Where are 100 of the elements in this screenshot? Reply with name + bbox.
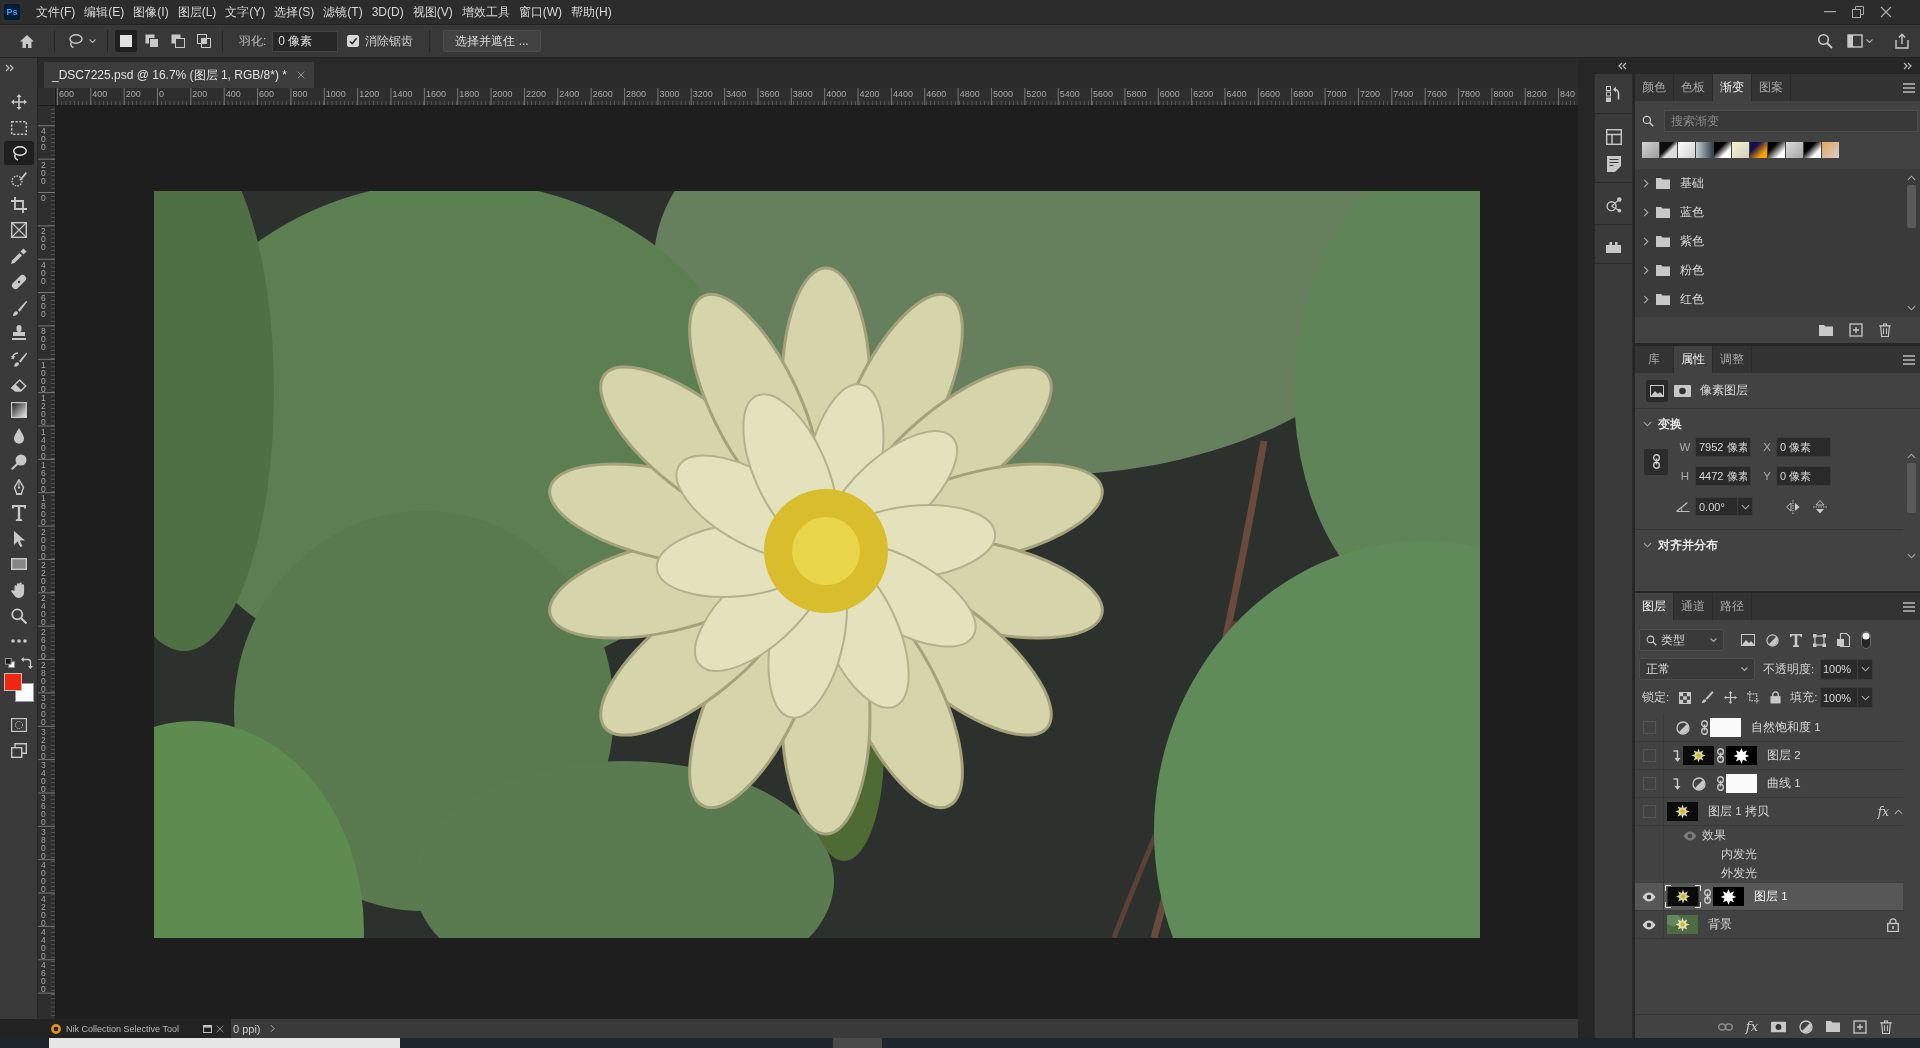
chevron-right-icon[interactable] <box>1643 237 1649 246</box>
layer-style-button[interactable]: fx <box>1745 1019 1758 1034</box>
lock-icon[interactable] <box>1887 917 1899 932</box>
menu-item[interactable]: 图层(L) <box>177 3 217 21</box>
gradient-swatch-icon[interactable] <box>1804 142 1821 158</box>
scroll-up-icon[interactable] <box>1906 453 1916 459</box>
expand-icon[interactable] <box>1903 62 1912 70</box>
anti-alias-checkbox[interactable] <box>347 35 360 47</box>
new-layer-icon[interactable] <box>1853 1019 1867 1034</box>
menu-item[interactable]: 编辑(E) <box>84 3 125 21</box>
layer-row[interactable]: 图层 1 <box>1635 883 1903 911</box>
taskbar-search-field[interactable] <box>49 1038 400 1048</box>
history-icon[interactable] <box>1605 86 1622 102</box>
angle-field[interactable]: 0.00° <box>1695 497 1738 516</box>
maximize-icon[interactable] <box>203 1024 212 1033</box>
menu-item[interactable]: 窗口(W) <box>518 3 562 21</box>
flip-vertical-icon[interactable] <box>1813 499 1827 514</box>
close-icon[interactable] <box>216 1024 224 1033</box>
scrollbar-thumb[interactable] <box>1906 185 1916 228</box>
menu-item[interactable]: 3D(D) <box>371 5 404 19</box>
expand-icon[interactable] <box>5 64 14 72</box>
gradient-swatch-icon[interactable] <box>1678 142 1695 158</box>
checkerboard-lock-icon[interactable] <box>1679 691 1692 704</box>
caret-icon[interactable] <box>1866 39 1873 43</box>
gradient-swatch-icon[interactable] <box>1732 142 1749 158</box>
lock-icon[interactable] <box>1770 691 1782 704</box>
floating-panel-tab[interactable]: Nik Collection Selective Tool <box>0 1019 231 1038</box>
collapse-icon[interactable] <box>1618 62 1627 70</box>
link-button[interactable] <box>1644 448 1668 475</box>
scrollbar-thumb[interactable] <box>1906 463 1916 513</box>
link-layers-icon[interactable] <box>1717 1022 1733 1031</box>
flower-thumbnail-icon[interactable] <box>1667 915 1698 934</box>
gradient-swatch-icon[interactable] <box>1642 142 1659 158</box>
menu-item[interactable]: 图像(I) <box>133 3 169 21</box>
selection-mode-button[interactable] <box>115 30 137 52</box>
caret-icon[interactable] <box>89 39 96 43</box>
menu-icon[interactable] <box>1903 601 1915 612</box>
layer-row[interactable]: 曲线 1 <box>1635 770 1903 798</box>
notes-icon[interactable] <box>1606 156 1621 172</box>
chain-link-icon[interactable] <box>1701 720 1708 735</box>
flower-thumbnail-icon[interactable] <box>1683 746 1714 765</box>
panel-tab[interactable]: 调整 <box>1713 346 1752 373</box>
gradient-swatch-icon[interactable] <box>1822 142 1839 158</box>
search-icon[interactable] <box>1817 33 1833 49</box>
chain-link-icon[interactable] <box>1704 889 1711 904</box>
tool-button[interactable] <box>3 141 34 166</box>
menu-item[interactable]: 视图(V) <box>412 3 453 21</box>
eye-icon[interactable] <box>1642 919 1656 930</box>
restore-icon[interactable] <box>1852 6 1864 18</box>
minimize-icon[interactable] <box>1824 11 1836 13</box>
shape-filter-icon[interactable] <box>1813 633 1826 647</box>
gradient-folder[interactable]: 蓝色 <box>1635 198 1905 227</box>
image-filter-icon[interactable] <box>1741 634 1755 646</box>
effects-row[interactable]: 效果 <box>1635 826 1903 845</box>
opacity-field[interactable]: 100% <box>1820 658 1858 680</box>
section-header[interactable]: 对齐并分布 <box>1635 536 1718 554</box>
gradient-swatch-icon[interactable] <box>1786 142 1803 158</box>
select-and-mask-button[interactable]: 选择并遮住 ... <box>443 30 541 52</box>
mask-thumbnail-icon[interactable] <box>1713 887 1744 906</box>
connect-icon[interactable] <box>1605 197 1622 213</box>
type-filter-icon[interactable] <box>1790 633 1802 647</box>
blank-mask-thumbnail-icon[interactable] <box>1726 774 1757 793</box>
flower-thumbnail-icon[interactable] <box>1665 885 1701 908</box>
chevron-right-icon[interactable] <box>1643 295 1649 304</box>
trash-icon[interactable] <box>1880 1019 1892 1034</box>
dropdown-button[interactable] <box>1858 658 1873 680</box>
mask-thumbnail-icon[interactable] <box>1726 746 1757 765</box>
plugin-icon[interactable] <box>1606 242 1621 253</box>
panel-tab[interactable]: 渐变 <box>1713 74 1752 101</box>
gradient-swatch-icon[interactable] <box>1714 142 1731 158</box>
new-item-icon[interactable] <box>1849 323 1863 337</box>
menu-item[interactable]: 增效工具 <box>461 3 510 21</box>
layer-row[interactable]: 背景 <box>1635 911 1903 939</box>
artboard-lock-icon[interactable] <box>1747 691 1761 704</box>
chevron-right-icon[interactable] <box>1643 179 1649 188</box>
menu-item[interactable]: 文件(F) <box>36 3 76 21</box>
panel-tab[interactable]: 颜色 <box>1635 74 1674 101</box>
chain-link-icon[interactable] <box>1717 776 1724 791</box>
feather-field[interactable]: 0 像素 <box>272 30 339 52</box>
scroll-down-icon[interactable] <box>1906 305 1916 311</box>
effects-badge[interactable]: fx <box>1877 804 1889 819</box>
close-icon[interactable] <box>296 71 305 79</box>
chevron-right-icon[interactable] <box>269 1024 275 1033</box>
chevron-right-icon[interactable] <box>1643 208 1649 217</box>
menu-item[interactable]: 滤镜(T) <box>323 3 363 21</box>
menu-icon[interactable] <box>1903 354 1915 365</box>
section-header[interactable]: 变换 <box>1635 415 1682 433</box>
dimension-field[interactable]: 0 像素 <box>1776 466 1831 486</box>
close-icon[interactable] <box>1880 6 1892 18</box>
panel-tab[interactable]: 路径 <box>1713 593 1752 620</box>
chevron-right-icon[interactable] <box>1643 266 1649 275</box>
home-icon[interactable] <box>19 33 35 49</box>
gradient-swatch-icon[interactable] <box>1768 142 1785 158</box>
new-folder-icon[interactable] <box>1819 324 1833 336</box>
image-layer-icon[interactable] <box>1646 379 1668 402</box>
search-field[interactable]: 搜索渐变 <box>1664 110 1918 132</box>
gradient-folder[interactable]: 粉色 <box>1635 256 1905 285</box>
adjustment-filter-icon[interactable] <box>1766 633 1779 647</box>
scroll-up-icon[interactable] <box>1906 175 1916 181</box>
panel-tab[interactable]: 图层 <box>1635 593 1674 620</box>
